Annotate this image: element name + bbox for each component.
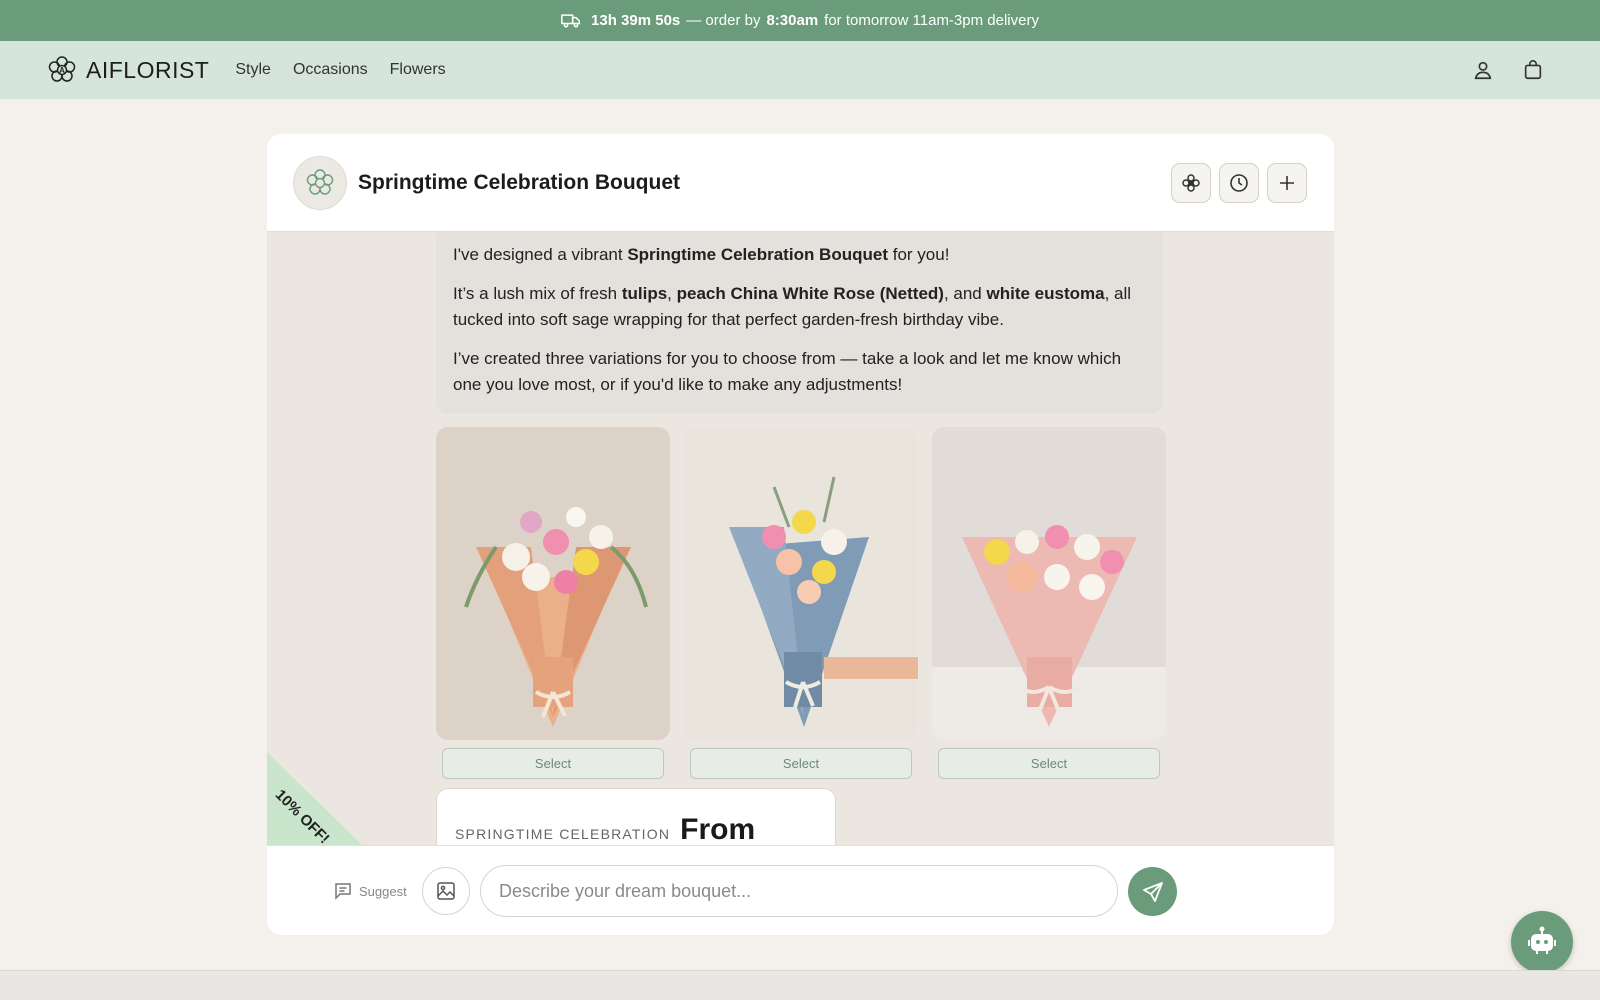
price-card-label: SPRINGTIME CELEBRATION	[455, 826, 671, 842]
flower-settings-button[interactable]	[1171, 163, 1211, 203]
message-bold: Springtime Celebration Bouquet	[627, 245, 888, 264]
nav-link-flowers[interactable]: Flowers	[390, 61, 446, 79]
message-paragraph-3: I’ve created three variations for you to…	[453, 349, 1122, 394]
bouquet-illustration	[436, 427, 670, 740]
send-icon	[1142, 881, 1163, 902]
flower-logo-icon: A	[48, 56, 76, 82]
history-button[interactable]	[1219, 163, 1259, 203]
account-icon[interactable]	[1472, 59, 1494, 81]
chat-scroll-area[interactable]: I've designed a vibrant Springtime Celeb…	[267, 232, 1334, 845]
bouquet-image-1[interactable]	[436, 427, 670, 740]
message-composer: Suggest	[267, 845, 1334, 935]
message-paragraph-1: I've designed a vibrant Springtime Celeb…	[453, 242, 1146, 268]
new-chat-button[interactable]	[1267, 163, 1307, 203]
send-button[interactable]	[1128, 867, 1177, 916]
flower-gear-icon	[1182, 174, 1200, 192]
select-variant-1-button[interactable]: Select	[442, 748, 664, 779]
flower-avatar-icon	[306, 168, 334, 195]
message-text: ,	[667, 284, 672, 303]
bouquet-description-input[interactable]	[480, 865, 1118, 917]
discount-ribbon-graphic: 10% OFF!	[267, 752, 367, 850]
suggest-button[interactable]: Suggest	[333, 881, 407, 901]
order-time: 8:30am	[766, 12, 819, 29]
chat-card: Springtime Celebration Bouquet I've desi…	[267, 134, 1334, 935]
discount-ribbon[interactable]: 10% OFF!	[267, 752, 367, 850]
footer-strip	[0, 970, 1600, 1000]
bouquet-title: Springtime Celebration Bouquet	[358, 170, 681, 194]
nav-actions	[1472, 41, 1544, 99]
banner-text-2: for tomorrow 11am-3pm delivery	[824, 12, 1039, 29]
shopping-bag-icon[interactable]	[1522, 59, 1544, 81]
bouquet-variants: Select Select Select	[436, 427, 1166, 779]
robot-icon	[1528, 926, 1556, 954]
message-text: I've designed a vibrant	[453, 245, 623, 264]
truck-icon	[561, 13, 581, 28]
bouquet-image-2[interactable]	[684, 427, 918, 740]
variant-card-2: Select	[684, 427, 918, 779]
countdown-timer: 13h 39m 50s	[591, 12, 681, 29]
message-paragraph-2: It’s a lush mix of fresh tulips, peach C…	[453, 281, 1146, 333]
message-text: , and	[943, 284, 982, 303]
nav-link-style[interactable]: Style	[235, 61, 271, 79]
header-actions	[1171, 163, 1307, 203]
message-bold: white eustoma	[986, 284, 1105, 303]
message-bold: peach China White Rose (Netted)	[676, 284, 944, 303]
brand-name: AIFLORIST	[86, 56, 210, 83]
assistant-avatar	[293, 155, 347, 210]
select-variant-2-button[interactable]: Select	[690, 748, 912, 779]
message-text: for you!	[892, 245, 950, 264]
plus-icon	[1280, 176, 1294, 190]
select-variant-3-button[interactable]: Select	[938, 748, 1160, 779]
chat-bubble-icon	[335, 883, 351, 900]
nav-links: Style Occasions Flowers	[235, 61, 445, 79]
delivery-banner: 13h 39m 50s — order by 8:30am for tomorr…	[0, 0, 1600, 41]
assistant-bot-button[interactable]	[1511, 911, 1573, 973]
svg-text:A: A	[59, 66, 65, 75]
image-icon	[437, 882, 455, 900]
top-nav: A AIFLORIST Style Occasions Flowers	[0, 41, 1600, 99]
logo[interactable]: A AIFLORIST	[47, 55, 209, 85]
assistant-message: I've designed a vibrant Springtime Celeb…	[436, 232, 1163, 414]
message-bold: tulips	[621, 284, 668, 303]
price-card: SPRINGTIME CELEBRATION From	[436, 788, 836, 845]
clock-icon	[1230, 174, 1248, 192]
upload-image-button[interactable]	[422, 867, 470, 915]
suggest-label: Suggest	[359, 883, 407, 899]
variant-card-1: Select	[436, 427, 670, 779]
banner-text-1: — order by	[686, 12, 761, 29]
bouquet-illustration	[684, 427, 918, 740]
message-text: It’s a lush mix of fresh	[453, 284, 618, 303]
price-from: From	[680, 813, 756, 845]
bouquet-image-3[interactable]	[932, 427, 1166, 740]
chat-header: Springtime Celebration Bouquet	[267, 134, 1334, 232]
variant-card-3: Select	[932, 427, 1166, 779]
bouquet-illustration	[932, 427, 1166, 740]
nav-link-occasions[interactable]: Occasions	[293, 61, 368, 79]
